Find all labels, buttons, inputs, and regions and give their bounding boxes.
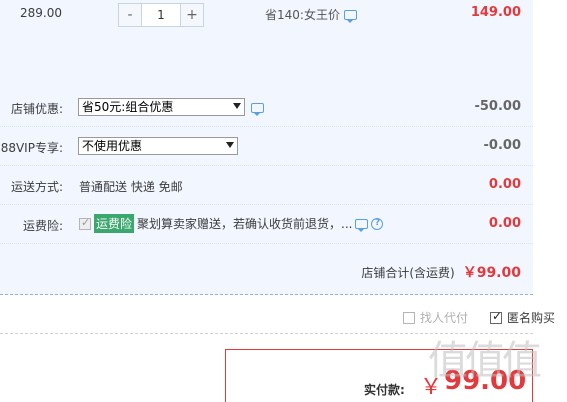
- quantity-stepper: - 1 +: [118, 3, 204, 27]
- shop-discount-row: 店铺优惠: 省50元:组合优惠 -50.00: [0, 88, 533, 127]
- insurance-text: 聚划算卖家赠送，若确认收货前退货，...: [137, 217, 353, 231]
- order-options: 找人代付 匿名购买: [402, 309, 555, 326]
- chat-icon[interactable]: [343, 9, 357, 23]
- anonymous-checkbox[interactable]: [489, 309, 502, 324]
- vip-row: 88VIP专享: 不使用优惠 -0.00: [0, 127, 533, 166]
- insurance-row: 运费险: 运费险 聚划算卖家赠送，若确认收货前退货，... ? 0.00: [0, 205, 533, 244]
- unit-price: 289.00: [20, 6, 62, 20]
- proxy-pay-label: 找人代付: [419, 311, 468, 325]
- shop-discount-value: 省50元:组合优惠: [82, 100, 174, 114]
- shop-subtotal: 店铺合计(含运费) ￥99.00: [361, 262, 521, 282]
- help-icon[interactable]: ?: [371, 217, 384, 230]
- qty-minus-button[interactable]: -: [118, 3, 142, 27]
- proxy-pay-option[interactable]: 找人代付: [402, 309, 468, 326]
- payment-box: 实付款: ￥ 99.00: [225, 349, 533, 402]
- insurance-amount: 0.00: [488, 216, 521, 231]
- chat-icon[interactable]: [251, 103, 264, 116]
- shipping-label: 运送方式:: [10, 180, 63, 194]
- vip-value: 不使用优惠: [82, 139, 143, 153]
- insurance-label: 运费险:: [22, 219, 63, 233]
- insurance-checkbox: [79, 216, 91, 230]
- chat-icon[interactable]: [355, 218, 369, 232]
- order-panel: 289.00 - 1 + 省140:女王价 149.00 店铺优惠: 省50元:…: [0, 0, 533, 295]
- dropdown-arrow-icon: [233, 103, 241, 109]
- shop-discount-label: 店铺优惠:: [10, 102, 63, 116]
- insurance-info: 运费险 聚划算卖家赠送，若确认收货前退货，... ?: [79, 214, 384, 233]
- shipping-row: 运送方式: 普通配送 快递 免邮 0.00: [0, 166, 533, 205]
- saving-info: 省140:女王价: [265, 6, 357, 23]
- payment-currency: ￥: [420, 375, 443, 400]
- vip-label: 88VIP专享:: [0, 141, 63, 155]
- qty-plus-button[interactable]: +: [180, 3, 204, 27]
- payment-label: 实付款:: [364, 383, 405, 397]
- subtotal-value: ￥99.00: [462, 265, 521, 281]
- insurance-badge: 运费险: [94, 214, 135, 233]
- payment-value: 99.00: [444, 366, 527, 396]
- item-row: 289.00 - 1 + 省140:女王价 149.00: [0, 0, 533, 88]
- item-total: 149.00: [470, 5, 521, 20]
- dropdown-arrow-icon: [226, 142, 234, 148]
- qty-input[interactable]: 1: [142, 3, 180, 27]
- anonymous-label: 匿名购买: [506, 311, 555, 325]
- anonymous-option[interactable]: 匿名购买: [489, 309, 555, 326]
- divider: [0, 333, 533, 334]
- shipping-amount: 0.00: [488, 177, 521, 192]
- subtotal-label: 店铺合计(含运费): [361, 266, 455, 280]
- vip-amount: -0.00: [483, 138, 521, 153]
- saving-text: 省140:女王价: [265, 8, 340, 22]
- shop-discount-select[interactable]: 省50元:组合优惠: [78, 98, 245, 116]
- vip-select[interactable]: 不使用优惠: [78, 137, 238, 155]
- shipping-method: 普通配送 快递 免邮: [79, 180, 183, 194]
- shop-discount-amount: -50.00: [474, 99, 521, 114]
- proxy-pay-checkbox[interactable]: [402, 311, 415, 324]
